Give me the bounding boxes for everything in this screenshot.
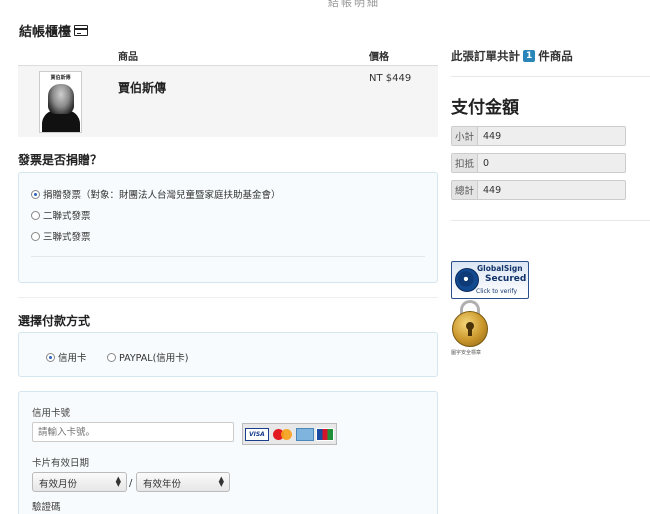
expiry-year-select[interactable]: 有效年份 ▲ ▼ xyxy=(136,472,230,492)
book-cover-title: 賈伯斯傳 xyxy=(50,75,71,81)
cart-item-row: 賈伯斯傳 賈伯斯傳 NT $449 xyxy=(18,66,438,137)
credit-card-form-panel: 信用卡號 VISA 卡片有效日期 有效月份 ▲▼ / 有效年份 ▲▼ 驗證碼 xyxy=(18,391,438,514)
cart-title: 結帳櫃檯 xyxy=(19,21,89,40)
security-lock-seal-icon[interactable] xyxy=(450,300,490,348)
payment-option-label: PAYPAL(信用卡) xyxy=(119,353,189,364)
subtotal-value: 449 xyxy=(483,130,502,142)
expiry-year-value: 有效年份 xyxy=(143,479,182,490)
security-seal-caption: 圖字安全標章 xyxy=(451,350,482,356)
amex-logo-icon xyxy=(296,427,315,441)
radio-button-checked[interactable] xyxy=(31,189,40,199)
payment-amount-title: 支付金額 xyxy=(451,98,519,118)
payment-section-title: 選擇付款方式 xyxy=(18,314,91,328)
globalsign-secured-badge[interactable]: GlobalSign Secured Click to verify xyxy=(451,261,529,299)
visa-logo-icon: VISA xyxy=(245,427,269,441)
invoice-option-label: 三聯式發票 xyxy=(43,232,91,243)
top-cutoff-text: 結帳明細 xyxy=(328,0,380,9)
payment-option-label: 信用卡 xyxy=(58,353,87,364)
expiry-month-value: 有效月份 xyxy=(39,479,78,490)
card-expiry-label: 卡片有效日期 xyxy=(32,458,90,469)
radio-button[interactable] xyxy=(107,352,116,362)
total-field: 總計 449 xyxy=(451,180,626,200)
credit-card-icon xyxy=(74,25,89,36)
invoice-option-triplicate[interactable]: 三聯式發票 xyxy=(31,229,91,243)
payment-option-paypal[interactable]: PAYPAL(信用卡) xyxy=(107,350,189,364)
globalsign-verify-text: Click to verify xyxy=(476,288,518,295)
total-value: 449 xyxy=(483,184,502,196)
cart-title-text: 結帳櫃檯 xyxy=(19,25,72,40)
card-number-input[interactable] xyxy=(32,422,234,442)
column-header-product: 商品 xyxy=(118,52,138,63)
select-arrows-icon: ▲ ▼ xyxy=(218,475,224,488)
summary-divider xyxy=(451,76,650,77)
radio-button-checked[interactable] xyxy=(46,352,55,362)
product-price: NT $449 xyxy=(369,73,412,84)
card-number-label: 信用卡號 xyxy=(32,408,71,419)
invoice-option-duplicate[interactable]: 二聯式發票 xyxy=(31,208,91,222)
globalsign-secured-text: Secured xyxy=(485,274,527,284)
portrait-face xyxy=(48,84,74,114)
invoice-option-donate[interactable]: 捐贈發票（對象：財團法人台灣兒童暨家庭扶助基金會） xyxy=(31,187,281,201)
radio-button[interactable] xyxy=(31,231,40,241)
cvv-label: 驗證碼 xyxy=(32,502,61,513)
payment-method-panel: 信用卡 PAYPAL(信用卡) xyxy=(18,332,438,377)
product-name[interactable]: 賈伯斯傳 xyxy=(118,79,166,96)
subtotal-label: 小計 xyxy=(452,127,478,145)
accepted-cards-logos: VISA xyxy=(242,423,337,445)
cart-table-header: 商品 價格 xyxy=(18,44,438,66)
invoice-options-panel: 捐贈發票（對象：財團法人台灣兒童暨家庭扶助基金會） 二聯式發票 三聯式發票 xyxy=(18,172,438,283)
globalsign-brand: GlobalSign xyxy=(477,264,523,273)
panel-divider xyxy=(31,256,425,257)
total-label: 總計 xyxy=(452,181,478,199)
radio-button[interactable] xyxy=(31,210,40,220)
summary-bottom-divider xyxy=(451,220,650,221)
subtotal-field: 小計 449 xyxy=(451,126,626,146)
item-count-badge: 1 xyxy=(523,50,536,62)
invoice-option-label: 二聯式發票 xyxy=(43,211,91,222)
invoice-option-label: 捐贈發票（對象：財團法人台灣兒童暨家庭扶助基金會） xyxy=(43,190,281,201)
order-count-suffix: 件商品 xyxy=(538,49,573,63)
column-header-price: 價格 xyxy=(369,52,389,63)
payment-option-credit-card[interactable]: 信用卡 xyxy=(46,350,87,364)
book-cover-image[interactable]: 賈伯斯傳 xyxy=(39,71,82,133)
discount-label: 扣抵 xyxy=(452,154,478,172)
invoice-section-title: 發票是否捐贈？ xyxy=(18,153,103,167)
select-arrows-icon: ▲ ▼ xyxy=(115,475,121,488)
discount-field: 扣抵 0 xyxy=(451,153,626,173)
jcb-logo-icon xyxy=(316,427,334,441)
lock-keyslot xyxy=(468,328,472,336)
expiry-month-select[interactable]: 有效月份 ▲ ▼ xyxy=(32,472,127,492)
section-divider xyxy=(18,297,438,298)
order-count-prefix: 此張訂單共計 xyxy=(451,49,520,63)
mastercard-logo-icon xyxy=(271,428,295,441)
discount-value: 0 xyxy=(483,157,490,169)
expiry-separator: / xyxy=(129,478,133,489)
order-item-count: 此張訂單共計 1 件商品 xyxy=(451,48,573,64)
